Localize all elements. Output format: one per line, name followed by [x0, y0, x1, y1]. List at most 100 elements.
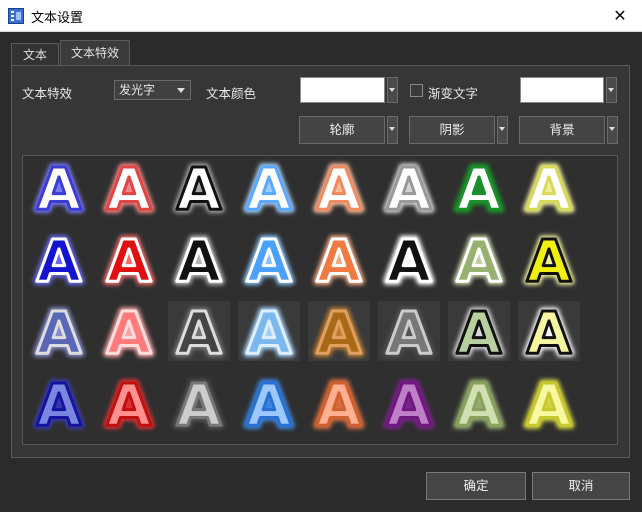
outline-button[interactable]: 轮廓: [299, 116, 385, 144]
effect-preview-glyph: AA: [238, 300, 300, 362]
effect-preset-2-3[interactable]: AA: [167, 228, 231, 290]
svg-text:A: A: [457, 156, 502, 218]
gradient-color-swatch[interactable]: [520, 77, 604, 103]
effect-preview-glyph: AA: [378, 300, 440, 362]
svg-text:A: A: [177, 228, 222, 290]
svg-text:A: A: [37, 156, 82, 218]
svg-text:A: A: [247, 300, 292, 362]
effect-preview-glyph: AA: [523, 372, 575, 434]
chevron-down-icon: [177, 88, 185, 93]
background-button[interactable]: 背景: [519, 116, 605, 144]
svg-text:A: A: [37, 372, 82, 434]
effect-preset-3-1[interactable]: AA: [27, 300, 91, 362]
svg-text:A: A: [387, 156, 432, 218]
effect-preset-3-4[interactable]: AA: [237, 300, 301, 362]
effect-preview-glyph: AA: [243, 372, 295, 434]
effect-preset-1-1[interactable]: AA: [27, 156, 91, 218]
svg-text:A: A: [37, 228, 82, 290]
effect-preset-1-7[interactable]: AA: [447, 156, 511, 218]
effect-preset-4-4[interactable]: AA: [237, 372, 301, 434]
effect-preset-3-6[interactable]: AA: [377, 300, 441, 362]
background-dropdown-button[interactable]: [607, 116, 618, 144]
effect-preset-2-1[interactable]: AA: [27, 228, 91, 290]
svg-text:A: A: [527, 372, 572, 434]
effect-preset-2-7[interactable]: AA: [447, 228, 511, 290]
effect-preset-4-5[interactable]: AA: [307, 372, 371, 434]
svg-text:A: A: [317, 156, 362, 218]
svg-text:A: A: [387, 372, 432, 434]
effect-preset-2-8[interactable]: AA: [517, 228, 581, 290]
effect-preset-4-1[interactable]: AA: [27, 372, 91, 434]
svg-text:A: A: [247, 372, 292, 434]
shadow-dropdown-button[interactable]: [497, 116, 508, 144]
svg-text:A: A: [387, 300, 432, 362]
film-app-icon: [8, 8, 24, 24]
effect-preview-glyph: AA: [103, 228, 155, 290]
effect-preview-glyph: AA: [33, 300, 85, 362]
close-icon[interactable]: ✕: [598, 0, 642, 31]
effect-type-value: 发光字: [119, 83, 156, 97]
effect-preset-4-2[interactable]: AA: [97, 372, 161, 434]
window-title: 文本设置: [31, 11, 84, 26]
effect-label: 文本特效: [22, 86, 73, 101]
svg-text:A: A: [177, 300, 222, 362]
effect-preview-glyph: AA: [308, 300, 370, 362]
effect-preset-3-7[interactable]: AA: [447, 300, 511, 362]
svg-text:A: A: [107, 372, 152, 434]
effect-preset-4-8[interactable]: AA: [517, 372, 581, 434]
effect-preview-glyph: AA: [313, 156, 365, 218]
effect-preset-1-6[interactable]: AA: [377, 156, 441, 218]
effect-preset-1-2[interactable]: AA: [97, 156, 161, 218]
text-color-dropdown-button[interactable]: [387, 77, 398, 103]
svg-text:A: A: [37, 300, 82, 362]
effect-preset-4-3[interactable]: AA: [167, 372, 231, 434]
effect-preview-glyph: AA: [383, 372, 435, 434]
effect-preview-glyph: AA: [313, 372, 365, 434]
svg-text:A: A: [317, 300, 362, 362]
cancel-button[interactable]: 取消: [532, 472, 630, 500]
effect-preset-4-7[interactable]: AA: [447, 372, 511, 434]
svg-text:A: A: [247, 156, 292, 218]
effect-preset-1-8[interactable]: AA: [517, 156, 581, 218]
text-color-label: 文本颜色: [206, 86, 257, 101]
effect-preset-1-4[interactable]: AA: [237, 156, 301, 218]
svg-text:A: A: [317, 228, 362, 290]
effect-preview-glyph: AA: [33, 372, 85, 434]
tab-text-effects[interactable]: 文本特效: [60, 40, 130, 66]
effect-preview-glyph: AA: [453, 228, 505, 290]
effect-preview-glyph: AA: [173, 372, 225, 434]
effect-preview-glyph: AA: [518, 300, 580, 362]
effect-preset-2-5[interactable]: AA: [307, 228, 371, 290]
effect-preset-1-5[interactable]: AA: [307, 156, 371, 218]
gradient-text-checkbox[interactable]: [410, 84, 423, 97]
effect-preset-3-2[interactable]: AA: [97, 300, 161, 362]
effect-preset-3-3[interactable]: AA: [167, 300, 231, 362]
svg-text:A: A: [527, 228, 572, 290]
effect-preview-glyph: AA: [173, 228, 225, 290]
effect-preview-glyph: AA: [33, 156, 85, 218]
title-bar: 文本设置 ✕: [0, 0, 642, 32]
effect-preview-glyph: AA: [383, 228, 435, 290]
effect-preset-2-6[interactable]: AA: [377, 228, 441, 290]
tab-text[interactable]: 文本: [11, 43, 59, 65]
effect-preset-3-5[interactable]: AA: [307, 300, 371, 362]
effect-preview-glyph: AA: [168, 300, 230, 362]
svg-text:A: A: [107, 156, 152, 218]
effect-preview-glyph: AA: [243, 228, 295, 290]
effect-preview-glyph: AA: [453, 156, 505, 218]
effect-preset-3-8[interactable]: AA: [517, 300, 581, 362]
effect-preset-2-2[interactable]: AA: [97, 228, 161, 290]
outline-dropdown-button[interactable]: [387, 116, 398, 144]
effect-preset-4-6[interactable]: AA: [377, 372, 441, 434]
svg-text:A: A: [457, 300, 502, 362]
svg-text:A: A: [317, 372, 362, 434]
effect-preset-2-4[interactable]: AA: [237, 228, 301, 290]
effect-preview-glyph: AA: [453, 372, 505, 434]
shadow-button[interactable]: 阴影: [409, 116, 495, 144]
gradient-color-dropdown-button[interactable]: [606, 77, 617, 103]
text-color-swatch[interactable]: [300, 77, 385, 103]
effect-type-select[interactable]: 发光字: [114, 80, 191, 100]
effect-preset-1-3[interactable]: AA: [167, 156, 231, 218]
svg-text:A: A: [247, 228, 292, 290]
ok-button[interactable]: 确定: [426, 472, 526, 500]
